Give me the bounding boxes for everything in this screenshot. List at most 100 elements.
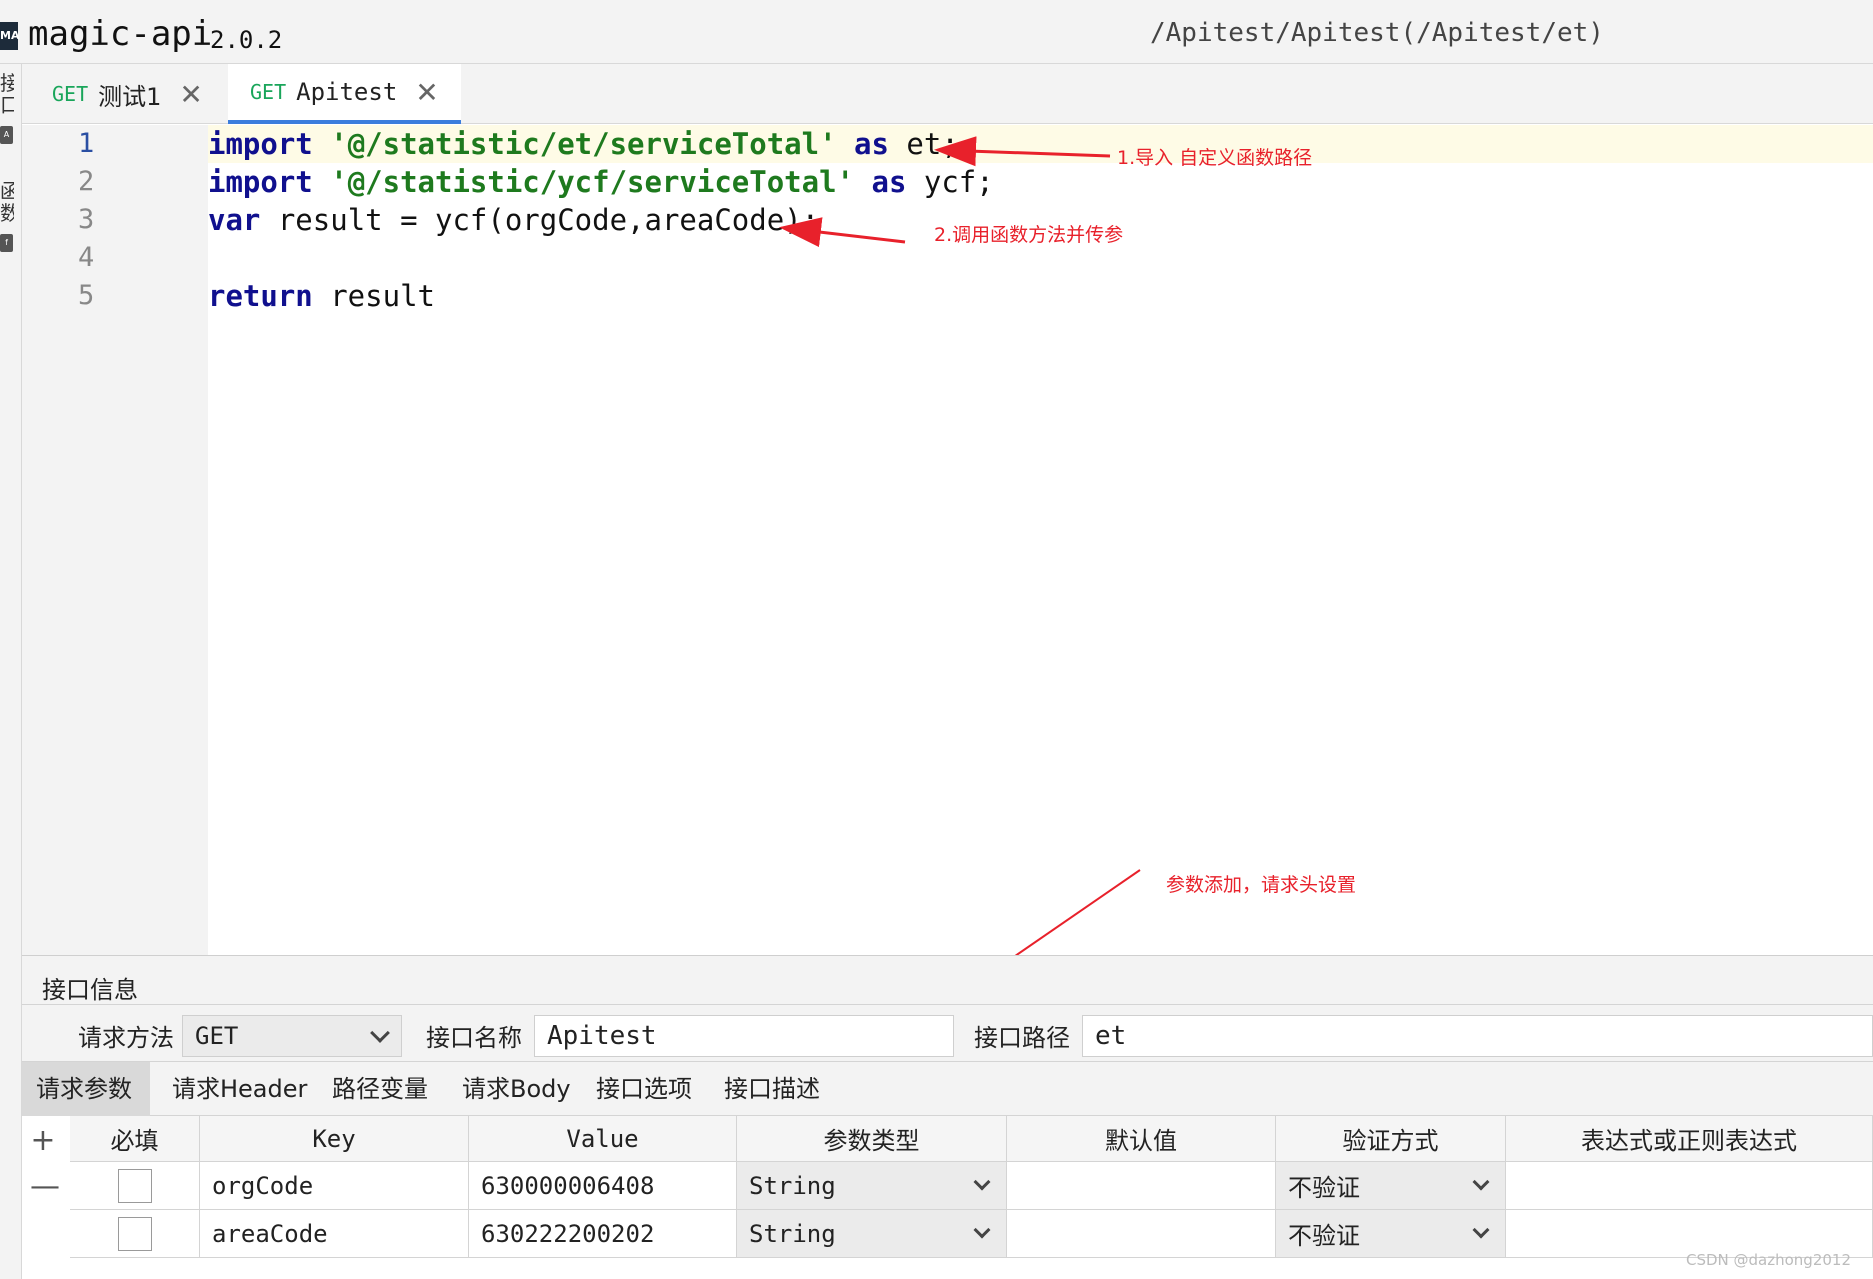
path-label: 接口路径 — [974, 1024, 1070, 1052]
line-number: 2 — [78, 166, 95, 197]
annotation-call: 2.调用函数方法并传参 — [934, 224, 1124, 246]
validation-value: 不验证 — [1288, 1222, 1360, 1250]
close-icon[interactable]: ✕ — [179, 78, 202, 111]
col-expression: 表达式或正则表达式 — [1506, 1116, 1873, 1162]
tab-apitest[interactable]: GET Apitest ✕ — [228, 64, 461, 124]
col-value: Value — [469, 1116, 737, 1162]
keyword-token: import — [208, 127, 313, 161]
annotation-params: 参数添加，请求头设置 — [1166, 874, 1357, 896]
sidebar-function-label-1[interactable]: 函 — [0, 180, 14, 202]
expression-cell[interactable] — [1506, 1162, 1873, 1210]
keyword-token: import — [208, 165, 313, 199]
validation-value: 不验证 — [1288, 1174, 1360, 1202]
api-name-input[interactable]: Apitest — [534, 1015, 954, 1057]
tab-api-description[interactable]: 接口描述 — [710, 1062, 834, 1116]
tab-label: 测试1 — [98, 82, 162, 111]
params-table: + — 必填 Key Value 参数类型 默认值 验证方式 表达式或正则表达式… — [22, 1116, 1873, 1279]
code-editor[interactable]: 1 2 3 4 5 import '@/statistic/et/service… — [22, 125, 1873, 955]
param-type-select[interactable]: String — [737, 1210, 1007, 1258]
col-param-type: 参数类型 — [737, 1116, 1007, 1162]
key-cell[interactable]: areaCode — [200, 1210, 469, 1258]
default-cell[interactable] — [1007, 1162, 1276, 1210]
function-icon[interactable]: f — [0, 234, 13, 252]
sidebar-api-label-2[interactable]: 口 — [0, 94, 14, 116]
keyword-token: as — [854, 127, 889, 161]
remove-row-button[interactable]: — — [30, 1172, 60, 1202]
code-token: result — [312, 279, 435, 313]
code-line[interactable]: import '@/statistic/et/serviceTotal' as … — [208, 125, 959, 163]
api-path-display: /Apitest/Apitest(/Apitest/et) — [1150, 18, 1604, 48]
code-token: et; — [888, 127, 959, 161]
param-type-select[interactable]: String — [737, 1162, 1007, 1210]
name-label: 接口名称 — [426, 1024, 522, 1052]
line-number: 4 — [78, 242, 95, 273]
add-row-button[interactable]: + — [30, 1126, 56, 1156]
app-version: 2.0.2 — [210, 26, 283, 54]
tab-test1[interactable]: GET 测试1 ✕ — [30, 64, 225, 124]
tab-method: GET — [250, 80, 287, 104]
chevron-down-icon — [1472, 1173, 1490, 1191]
line-number-gutter: 1 2 3 4 5 — [22, 125, 208, 955]
tab-label: Apitest — [296, 78, 398, 106]
tab-path-variables[interactable]: 路径变量 — [318, 1062, 442, 1116]
left-sidebar: 接 口 A 函 数 f — [0, 64, 22, 1279]
required-cell — [70, 1210, 200, 1258]
col-key: Key — [200, 1116, 469, 1162]
chevron-down-icon — [1472, 1221, 1490, 1239]
string-token: '@/statistic/et/serviceTotal' — [330, 127, 837, 161]
required-checkbox[interactable] — [117, 1168, 152, 1203]
col-validation: 验证方式 — [1276, 1116, 1506, 1162]
default-cell[interactable] — [1007, 1210, 1276, 1258]
code-token: result = ycf(orgCode,areaCode); — [260, 203, 820, 237]
tab-method: GET — [52, 82, 89, 106]
string-token: '@/statistic/ycf/serviceTotal' — [330, 165, 855, 199]
line-number: 3 — [78, 204, 95, 235]
code-line[interactable]: import '@/statistic/ycf/serviceTotal' as… — [208, 163, 994, 201]
col-default: 默认值 — [1007, 1116, 1276, 1162]
tab-request-body[interactable]: 请求Body — [448, 1062, 585, 1116]
validation-select[interactable]: 不验证 — [1276, 1162, 1506, 1210]
line-number: 1 — [78, 128, 95, 159]
param-type-value: String — [749, 1219, 836, 1248]
method-label: 请求方法 — [78, 1024, 174, 1052]
csdn-watermark: CSDN @dazhong2012 — [1685, 1251, 1851, 1269]
request-sub-tabs: 请求参数 请求Header 路径变量 请求Body 接口选项 接口描述 — [22, 1062, 1873, 1116]
panel-title: 接口信息 — [42, 976, 138, 1004]
tab-request-header[interactable]: 请求Header — [158, 1062, 321, 1116]
sidebar-function-label-2[interactable]: 数 — [0, 202, 14, 224]
code-line[interactable]: return result — [208, 277, 435, 315]
value-cell[interactable]: 630222200202 — [469, 1210, 737, 1258]
param-type-value: String — [749, 1171, 836, 1200]
api-path-input[interactable]: et — [1082, 1015, 1873, 1057]
keyword-token: as — [871, 165, 907, 199]
chevron-down-icon — [973, 1173, 991, 1191]
code-token: ycf; — [906, 165, 994, 199]
keyword-token: var — [208, 203, 261, 237]
editor-tab-bar: GET 测试1 ✕ GET Apitest ✕ — [22, 64, 1873, 124]
required-checkbox[interactable] — [117, 1216, 152, 1251]
api-icon[interactable]: A — [0, 126, 13, 144]
api-info-panel: 接口信息 请求方法 GET 接口名称 Apitest 接口路径 et 请求参数 … — [22, 955, 1873, 1279]
method-select[interactable]: GET — [182, 1015, 402, 1057]
sidebar-api-label-1[interactable]: 接 — [0, 72, 14, 94]
title-bar: MA magic-api 2.0.2 /Apitest/Apitest(/Api… — [0, 0, 1873, 64]
col-required: 必填 — [70, 1116, 200, 1162]
close-icon[interactable]: ✕ — [415, 76, 438, 109]
key-cell[interactable]: orgCode — [200, 1162, 469, 1210]
magic-api-logo: MA — [0, 22, 19, 50]
value-cell[interactable]: 630000006408 — [469, 1162, 737, 1210]
line-number: 5 — [78, 280, 95, 311]
tab-request-params[interactable]: 请求参数 — [22, 1062, 150, 1116]
chevron-down-icon — [370, 1023, 390, 1043]
tab-api-options[interactable]: 接口选项 — [582, 1062, 706, 1116]
api-form-row: 请求方法 GET 接口名称 Apitest 接口路径 et — [22, 1004, 1873, 1062]
validation-select[interactable]: 不验证 — [1276, 1210, 1506, 1258]
keyword-token: return — [208, 279, 313, 313]
annotation-import: 1.导入 自定义函数路径 — [1117, 147, 1313, 169]
code-line[interactable]: var result = ycf(orgCode,areaCode); — [208, 201, 819, 239]
method-value: GET — [195, 1022, 239, 1050]
